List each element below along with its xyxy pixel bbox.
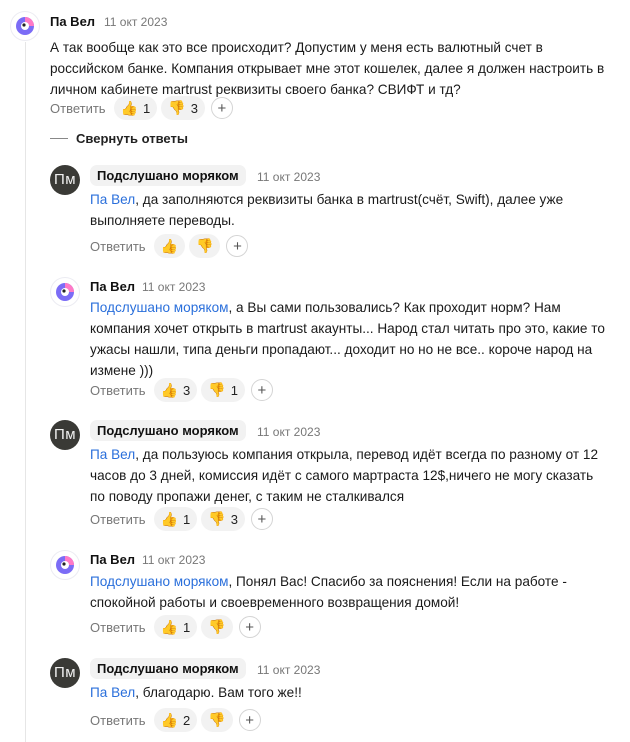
mention-link[interactable]: Па Вел: [90, 685, 135, 700]
pa-vel-avatar[interactable]: [10, 11, 40, 41]
dislike-button[interactable]: 👍: [201, 615, 233, 639]
podslushano-avatar[interactable]: Пм: [50, 165, 80, 195]
comment-author[interactable]: Подслушано моряком: [90, 658, 246, 679]
reply-button[interactable]: Ответить: [90, 239, 146, 254]
add-reaction-button[interactable]: +: [250, 379, 273, 401]
podslushano-avatar[interactable]: Пм: [50, 420, 80, 450]
thumbs-down-icon: 👍: [208, 511, 226, 527]
dislike-button[interactable]: 👍 1: [201, 378, 245, 402]
dislike-count: 3: [190, 100, 198, 116]
thread-line: [25, 42, 26, 742]
comment-author[interactable]: Подслушано моряком: [90, 165, 246, 186]
thumbs-down-icon: 👍: [196, 238, 214, 254]
dislike-button[interactable]: 👍 3: [201, 507, 245, 531]
dislike-button[interactable]: 👍: [189, 234, 221, 258]
add-reaction-button[interactable]: +: [226, 235, 249, 257]
reply-button[interactable]: Ответить: [90, 512, 146, 527]
comment-author[interactable]: Па Вел: [90, 279, 135, 294]
thumbs-up-icon: 👍: [160, 619, 179, 635]
comment-actions: Ответить 👍 3 👍 1 +: [90, 378, 273, 402]
like-button[interactable]: 👍 3: [153, 378, 198, 402]
comment-author[interactable]: Па Вел: [50, 14, 95, 29]
comment-actions: Ответить 👍 1 👍 3 +: [90, 507, 273, 531]
collapse-label: Свернуть ответы: [76, 131, 188, 146]
like-count: 3: [183, 382, 191, 398]
thumbs-down-icon: 👍: [208, 619, 226, 635]
comment-actions: Ответить 👍 1 👍 3 +: [50, 96, 233, 120]
add-reaction-button[interactable]: +: [250, 508, 273, 530]
add-reaction-button[interactable]: +: [238, 709, 261, 731]
reply-button[interactable]: Ответить: [90, 713, 146, 728]
add-reaction-button[interactable]: +: [238, 616, 261, 638]
dislike-count: 1: [230, 382, 238, 398]
mention-link[interactable]: Подслушано моряком: [90, 574, 228, 589]
comment-date: 11 окт 2023: [257, 663, 321, 677]
dislike-button[interactable]: 👍 3: [161, 96, 205, 120]
comment-text: Подслушано моряком, Понял Вас! Спасибо з…: [90, 571, 610, 613]
like-count: 1: [183, 511, 191, 527]
mention-link[interactable]: Подслушано моряком: [90, 300, 228, 315]
like-button[interactable]: 👍 1: [153, 507, 198, 531]
comment-text: А так вообще как это все происходит? Доп…: [50, 40, 605, 97]
comment-date: 11 окт 2023: [104, 15, 168, 29]
collapse-replies-button[interactable]: Свернуть ответы: [50, 131, 188, 146]
reply-button[interactable]: Ответить: [50, 101, 106, 116]
comment-text: Подслушано моряком, а Вы сами пользовали…: [90, 297, 610, 381]
thumbs-up-icon: 👍: [160, 238, 179, 254]
comment-author[interactable]: Па Вел: [90, 552, 135, 567]
reply-button[interactable]: Ответить: [90, 620, 146, 635]
comment-text: Па Вел, благодарю. Вам того же!!: [90, 682, 610, 703]
comment-actions: Ответить 👍 1 👍 +: [90, 615, 261, 639]
dislike-button[interactable]: 👍: [201, 708, 233, 732]
like-button[interactable]: 👍 2: [153, 708, 198, 732]
comment-text: Па Вел, да пользуюсь компания открыла, п…: [90, 444, 610, 507]
comment-author[interactable]: Подслушано моряком: [90, 420, 246, 441]
like-button[interactable]: 👍 1: [153, 615, 198, 639]
like-button[interactable]: 👍 1: [113, 96, 158, 120]
comment-date: 11 окт 2023: [257, 170, 321, 184]
like-count: 2: [183, 712, 191, 728]
comment-actions: Ответить 👍 2 👍 +: [90, 708, 261, 732]
reply-button[interactable]: Ответить: [90, 383, 146, 398]
comment-body: , благодарю. Вам того же!!: [135, 685, 302, 700]
thumbs-up-icon: 👍: [160, 382, 179, 398]
mention-link[interactable]: Па Вел: [90, 447, 135, 462]
thumbs-down-icon: 👍: [168, 100, 186, 116]
thumbs-up-icon: 👍: [120, 100, 139, 116]
add-reaction-button[interactable]: +: [210, 97, 233, 119]
comment-text: Па Вел, да заполняются реквизиты банка в…: [90, 189, 610, 231]
pa-vel-avatar[interactable]: [50, 550, 80, 580]
thumbs-up-icon: 👍: [160, 712, 179, 728]
podslushano-avatar[interactable]: Пм: [50, 658, 80, 688]
thumbs-down-icon: 👍: [208, 712, 226, 728]
like-button[interactable]: 👍: [153, 234, 186, 258]
comment-date: 11 окт 2023: [142, 280, 206, 294]
like-count: 1: [143, 100, 151, 116]
comment-body: , да пользуюсь компания открыла, перевод…: [90, 447, 599, 504]
dislike-count: 3: [230, 511, 238, 527]
collapse-dash: [50, 138, 68, 139]
thumbs-up-icon: 👍: [160, 511, 179, 527]
comment-date: 11 окт 2023: [142, 553, 206, 567]
like-count: 1: [183, 619, 191, 635]
comment-actions: Ответить 👍 👍 +: [90, 234, 249, 258]
thumbs-down-icon: 👍: [208, 382, 226, 398]
pa-vel-avatar[interactable]: [50, 277, 80, 307]
comment-body: , да заполняются реквизиты банка в martr…: [90, 192, 564, 228]
mention-link[interactable]: Па Вел: [90, 192, 135, 207]
comment-date: 11 окт 2023: [257, 425, 321, 439]
